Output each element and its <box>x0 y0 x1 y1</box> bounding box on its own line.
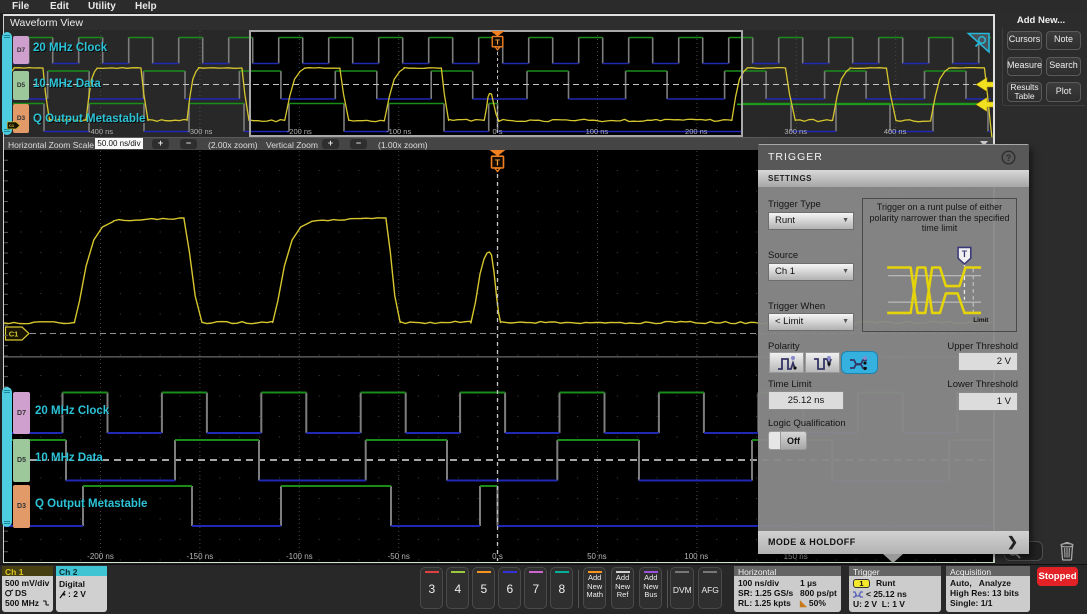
svg-text:Limit: Limit <box>973 317 989 324</box>
svg-text:-200 ns: -200 ns <box>287 127 312 136</box>
svg-text:T: T <box>495 157 501 167</box>
svg-text:?: ? <box>1006 153 1012 163</box>
svg-text:-50 ns: -50 ns <box>388 552 410 561</box>
svg-text:-300 ns: -300 ns <box>187 127 212 136</box>
svg-text:100 ns: 100 ns <box>684 552 708 561</box>
svg-text:200 ns: 200 ns <box>685 127 708 136</box>
svg-text:-100 ns: -100 ns <box>386 127 411 136</box>
svg-text:-200 ns: -200 ns <box>87 552 114 561</box>
svg-text:T: T <box>495 37 500 46</box>
svg-text:100 ns: 100 ns <box>586 127 609 136</box>
svg-text:-100 ns: -100 ns <box>286 552 313 561</box>
svg-text:400 ns: 400 ns <box>884 127 907 136</box>
svg-text:50 ns: 50 ns <box>587 552 607 561</box>
svg-text:0 s: 0 s <box>492 552 503 561</box>
svg-text:C1: C1 <box>9 330 19 339</box>
svg-text:T: T <box>962 249 968 259</box>
svg-text:-400 ns: -400 ns <box>88 127 113 136</box>
svg-text:C1: C1 <box>9 123 15 128</box>
svg-text:-150 ns: -150 ns <box>187 552 214 561</box>
svg-text:300 ns: 300 ns <box>784 127 807 136</box>
svg-text:0 s: 0 s <box>492 127 502 136</box>
